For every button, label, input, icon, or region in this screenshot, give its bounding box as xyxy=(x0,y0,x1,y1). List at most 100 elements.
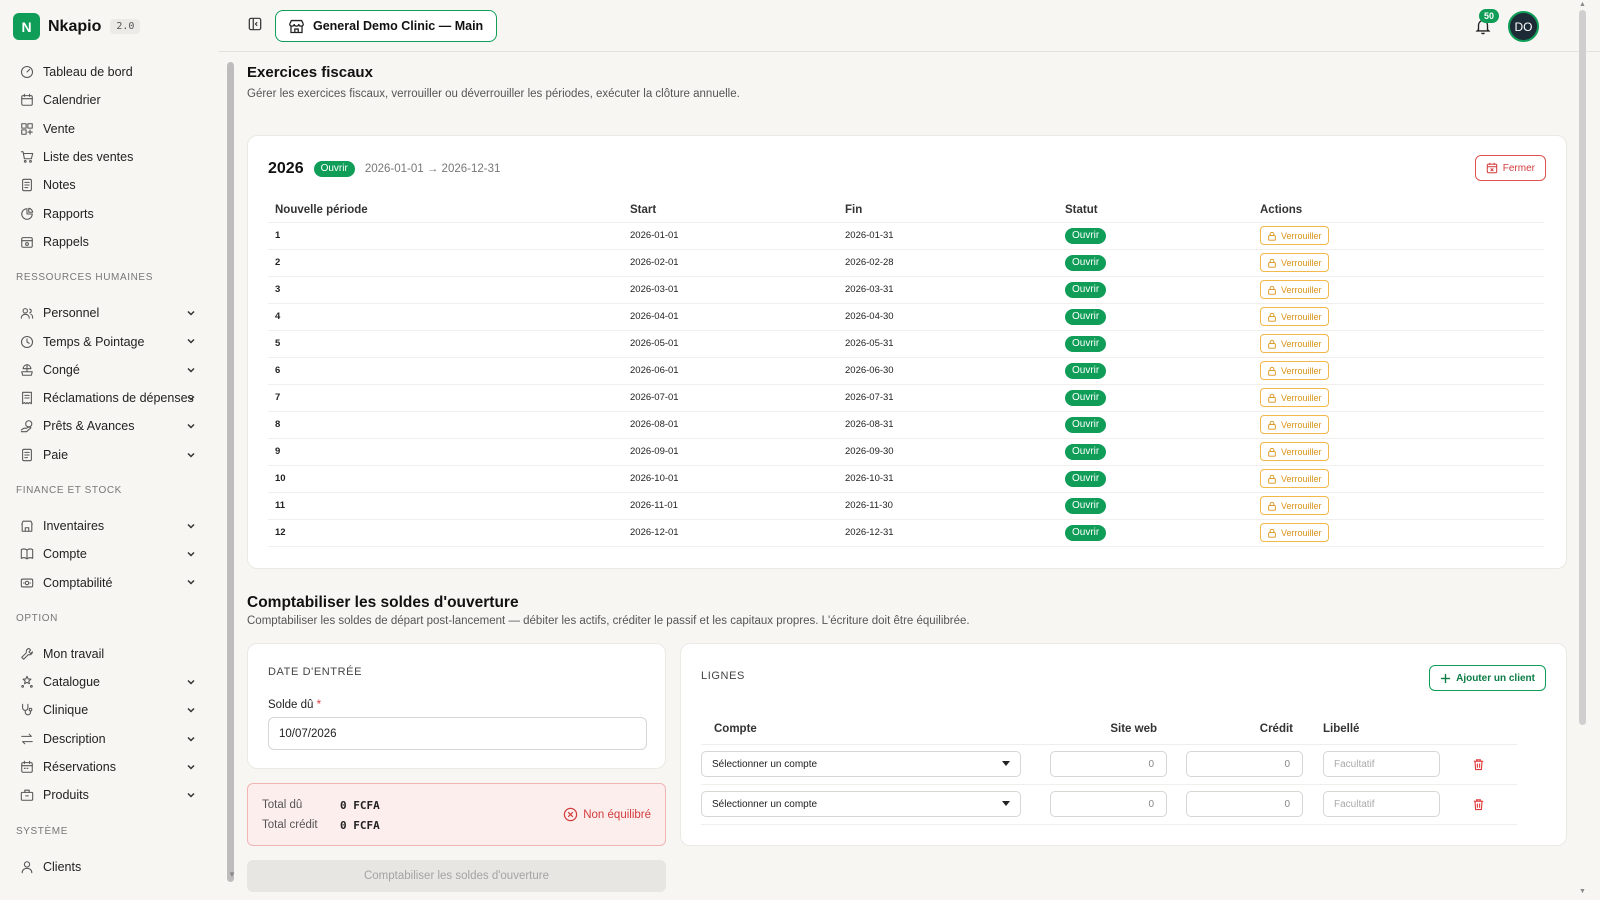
lock-period-button[interactable]: Verrouiller xyxy=(1260,388,1329,407)
lock-period-button[interactable]: Verrouiller xyxy=(1260,280,1329,299)
chevron-down-icon[interactable] xyxy=(186,762,196,772)
sidebar-item-label: Clients xyxy=(43,859,82,874)
sidebar-item-compte[interactable]: Compte xyxy=(0,540,218,568)
sidebar-item-rapports[interactable]: Rapports xyxy=(0,199,218,227)
brand[interactable]: N Nkapio 2.0 xyxy=(13,13,141,40)
sidebar-item-clinique[interactable]: Clinique xyxy=(0,696,218,724)
lock-icon xyxy=(1267,474,1277,484)
lock-period-button[interactable]: Verrouiller xyxy=(1260,523,1329,542)
topbar: General Demo Clinic — Main 50 DO xyxy=(218,0,1600,52)
period-number: 5 xyxy=(268,330,623,358)
trash-icon[interactable] xyxy=(1472,798,1485,811)
credit-input[interactable]: 0 xyxy=(1186,751,1303,777)
period-start: 2026-06-01 xyxy=(623,357,838,385)
label-input[interactable]: Facultatif xyxy=(1323,751,1440,777)
avatar[interactable]: DO xyxy=(1508,11,1539,42)
add-line-button[interactable]: Ajouter un client xyxy=(1429,665,1546,691)
entry-date-input[interactable]: 10/07/2026 xyxy=(268,717,647,750)
lines-section-title: LIGNES xyxy=(701,670,745,682)
sidebar-item-reservations[interactable]: Réservations xyxy=(0,753,218,781)
sidebar-scrollbar[interactable] xyxy=(227,62,234,882)
chevron-down-icon[interactable] xyxy=(186,450,196,460)
debit-input[interactable]: 0 xyxy=(1050,751,1167,777)
debit-input[interactable]: 0 xyxy=(1050,791,1167,817)
opening-title: Comptabiliser les soldes d'ouverture xyxy=(247,594,519,611)
sidebar-item-label: Congé xyxy=(43,362,80,377)
sidebar-item-clients[interactable]: Clients xyxy=(0,853,218,881)
sidebar-item-vente[interactable]: Vente xyxy=(0,115,218,143)
period-number: 1 xyxy=(268,222,623,250)
table-row: 9 2026-09-01 2026-09-30 Ouvrir Verrouiller xyxy=(268,438,1544,466)
chevron-down-icon[interactable] xyxy=(186,677,196,687)
sidebar-scroll-down-icon[interactable]: ▼ xyxy=(228,870,236,879)
table-row: 1 2026-01-01 2026-01-31 Ouvrir Verrouiller xyxy=(268,222,1544,250)
lock-period-button[interactable]: Verrouiller xyxy=(1260,469,1329,488)
chevron-down-icon[interactable] xyxy=(186,421,196,431)
period-end: 2026-09-30 xyxy=(838,438,1058,466)
lock-period-button[interactable]: Verrouiller xyxy=(1260,496,1329,515)
sidebar-item-temps-pointage[interactable]: Temps & Pointage xyxy=(0,327,218,355)
chevron-down-icon[interactable] xyxy=(186,521,196,531)
sidebar-item-description[interactable]: Description xyxy=(0,725,218,753)
lock-period-button[interactable]: Verrouiller xyxy=(1260,442,1329,461)
col-debit: Site web xyxy=(1047,714,1167,745)
products-icon xyxy=(20,788,34,802)
chevron-down-icon[interactable] xyxy=(186,308,196,318)
sidebar-item-prets-avances[interactable]: Prêts & Avances xyxy=(0,412,218,440)
sidebar-item-mon-travail[interactable]: Mon travail xyxy=(0,640,218,668)
sidebar-item-produits[interactable]: Produits xyxy=(0,781,218,809)
sidebar-item-liste-des-ventes[interactable]: Liste des ventes xyxy=(0,143,218,171)
sidebar-item-notes[interactable]: Notes xyxy=(0,171,218,199)
chevron-down-icon[interactable] xyxy=(186,393,196,403)
loan-icon xyxy=(20,419,34,433)
app-logo: N xyxy=(13,13,40,40)
submit-opening-button[interactable]: Comptabiliser les soldes d'ouverture xyxy=(247,860,666,892)
close-year-button[interactable]: Fermer xyxy=(1474,155,1546,181)
page-scrollbar[interactable] xyxy=(1579,10,1586,725)
sidebar-item-label: Compte xyxy=(43,547,87,562)
lock-period-button[interactable]: Verrouiller xyxy=(1260,415,1329,434)
x-circle-icon xyxy=(563,807,578,822)
chevron-down-icon[interactable] xyxy=(186,790,196,800)
sidebar-item-tableau-de-bord[interactable]: Tableau de bord xyxy=(0,58,218,86)
sidebar-toggle-icon[interactable] xyxy=(248,17,262,31)
sidebar-item-label: Rappels xyxy=(43,234,89,249)
sidebar-item-label: Comptabilité xyxy=(43,575,113,590)
sidebar-item-personnel[interactable]: Personnel xyxy=(0,299,218,327)
sidebar-item-reclamations-de-depenses[interactable]: Réclamations de dépenses xyxy=(0,384,218,412)
chevron-down-icon[interactable] xyxy=(186,734,196,744)
chevron-down-icon[interactable] xyxy=(186,577,196,587)
clinic-name: General Demo Clinic — Main xyxy=(313,19,484,33)
lock-period-button[interactable]: Verrouiller xyxy=(1260,253,1329,272)
trash-icon[interactable] xyxy=(1472,758,1485,771)
sidebar-item-conge[interactable]: Congé xyxy=(0,356,218,384)
label-input[interactable]: Facultatif xyxy=(1323,791,1440,817)
period-number: 2 xyxy=(268,249,623,277)
page-scroll-down-icon[interactable]: ▼ xyxy=(1579,888,1586,895)
chevron-down-icon[interactable] xyxy=(186,549,196,559)
account-select[interactable]: Sélectionner un compte xyxy=(701,751,1021,777)
fiscal-year-range: 2026-01-01 → 2026-12-31 xyxy=(364,163,501,175)
lock-period-button[interactable]: Verrouiller xyxy=(1260,307,1329,326)
sidebar-item-comptabilite[interactable]: Comptabilité xyxy=(0,568,218,596)
chevron-down-icon[interactable] xyxy=(186,705,196,715)
table-row: 3 2026-03-01 2026-03-31 Ouvrir Verrouiller xyxy=(268,276,1544,304)
total-debit-value: 0 FCFA xyxy=(340,799,380,812)
period-end: 2026-01-31 xyxy=(838,222,1058,250)
account-select[interactable]: Sélectionner un compte xyxy=(701,791,1021,817)
lock-period-button[interactable]: Verrouiller xyxy=(1260,226,1329,245)
sidebar-item-inventaires[interactable]: Inventaires xyxy=(0,512,218,540)
sidebar-item-catalogue[interactable]: Catalogue xyxy=(0,668,218,696)
sidebar-item-calendrier[interactable]: Calendrier xyxy=(0,86,218,114)
sidebar-item-rappels[interactable]: Rappels xyxy=(0,228,218,256)
page-scroll-up-icon[interactable]: ▲ xyxy=(1579,1,1586,8)
chevron-down-icon[interactable] xyxy=(186,365,196,375)
sidebar: N Nkapio 2.0 Tableau de bord Calendrier Ve… xyxy=(0,0,218,900)
sidebar-item-paie[interactable]: Paie xyxy=(0,441,218,469)
lock-period-button[interactable]: Verrouiller xyxy=(1260,361,1329,380)
credit-input[interactable]: 0 xyxy=(1186,791,1303,817)
sidebar-section-title: RESSOURCES HUMAINES xyxy=(16,272,153,284)
lock-period-button[interactable]: Verrouiller xyxy=(1260,334,1329,353)
clinic-selector-button[interactable]: General Demo Clinic — Main xyxy=(275,10,498,42)
chevron-down-icon[interactable] xyxy=(186,336,196,346)
